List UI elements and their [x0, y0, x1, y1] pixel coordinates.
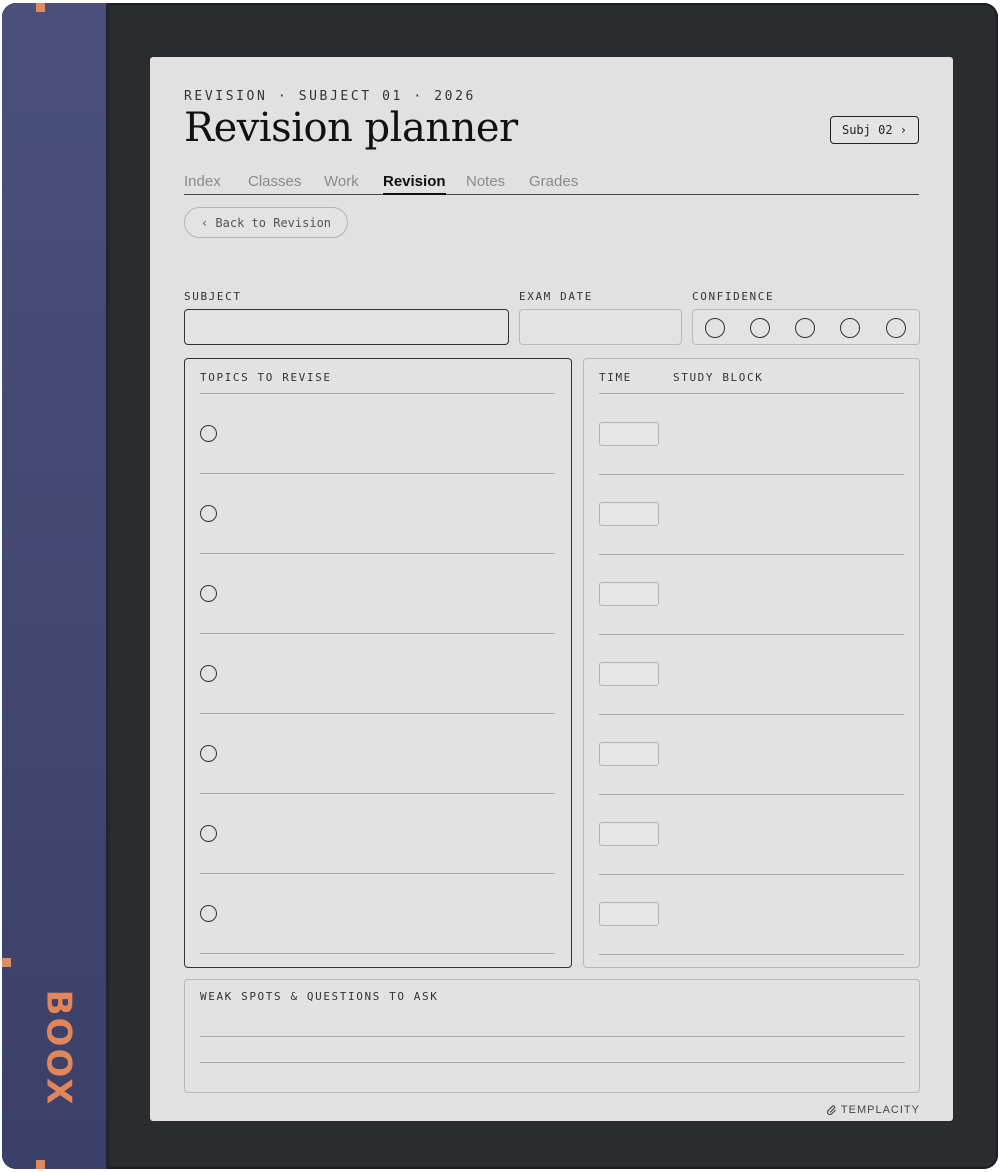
study-block-line[interactable] — [599, 554, 904, 555]
tab-index[interactable]: Index — [184, 173, 221, 195]
time-input-box[interactable] — [599, 502, 659, 526]
spine-edge — [106, 3, 109, 1169]
page-eyebrow: REVISION · SUBJECT 01 · 2026 — [184, 89, 476, 104]
exam-date-field[interactable] — [519, 309, 682, 345]
topic-checkbox[interactable] — [200, 825, 217, 842]
subject-field[interactable] — [184, 309, 509, 345]
exam-date-label: EXAM DATE — [519, 290, 594, 303]
study-block-panel: TIME STUDY BLOCK — [583, 358, 920, 968]
time-input-box[interactable] — [599, 582, 659, 606]
topic-writing-line[interactable] — [200, 873, 555, 874]
study-block-line[interactable] — [599, 874, 904, 875]
screen: REVISION · SUBJECT 01 · 2026 Revision pl… — [150, 57, 953, 1121]
confidence-circle-5[interactable] — [886, 318, 906, 338]
e-reader-device: BOOX REVISION · SUBJECT 01 · 2026 Revisi… — [2, 3, 998, 1169]
paperclip-icon — [826, 1105, 836, 1116]
time-input-box[interactable] — [599, 662, 659, 686]
corner-accent — [36, 3, 45, 12]
study-block-line[interactable] — [599, 794, 904, 795]
header-divider — [599, 393, 904, 394]
confidence-label: CONFIDENCE — [692, 290, 775, 303]
time-input-box[interactable] — [599, 742, 659, 766]
topic-writing-line[interactable] — [200, 553, 555, 554]
study-block-line[interactable] — [599, 954, 904, 955]
study-block-line[interactable] — [599, 634, 904, 635]
time-input-box[interactable] — [599, 902, 659, 926]
tab-work[interactable]: Work — [324, 173, 359, 195]
tab-grades[interactable]: Grades — [529, 173, 578, 195]
time-input-box[interactable] — [599, 822, 659, 846]
topic-checkbox[interactable] — [200, 905, 217, 922]
corner-accent — [2, 958, 11, 967]
study-block-column-header: STUDY BLOCK — [673, 371, 764, 384]
notes-writing-line[interactable] — [200, 1036, 905, 1037]
topic-writing-line[interactable] — [200, 953, 555, 954]
topics-panel: TOPICS TO REVISE — [184, 358, 572, 968]
weak-spots-header: WEAK SPOTS & QUESTIONS TO ASK — [200, 990, 439, 1003]
weak-spots-panel: WEAK SPOTS & QUESTIONS TO ASK — [184, 979, 920, 1093]
topic-writing-line[interactable] — [200, 793, 555, 794]
topic-checkbox[interactable] — [200, 665, 217, 682]
footer-logo: TEMPLACITY — [820, 1103, 920, 1117]
notes-writing-line[interactable] — [200, 1062, 905, 1063]
footer-brand: TEMPLACITY — [840, 1104, 920, 1116]
next-subject-button[interactable]: Subj 02 › — [830, 116, 919, 144]
confidence-circle-2[interactable] — [750, 318, 770, 338]
topic-checkbox[interactable] — [200, 585, 217, 602]
confidence-rating — [692, 309, 920, 345]
topic-writing-line[interactable] — [200, 713, 555, 714]
study-block-line[interactable] — [599, 714, 904, 715]
tab-revision[interactable]: Revision — [383, 173, 446, 195]
tab-notes[interactable]: Notes — [466, 173, 505, 195]
topic-writing-line[interactable] — [200, 473, 555, 474]
confidence-circle-4[interactable] — [840, 318, 860, 338]
brand-logo: BOOX — [30, 990, 86, 1107]
topic-writing-line[interactable] — [200, 633, 555, 634]
tab-bar: Index Classes Work Revision Notes Grades — [184, 173, 919, 195]
time-input-box[interactable] — [599, 422, 659, 446]
topic-checkbox[interactable] — [200, 745, 217, 762]
page-title: Revision planner — [184, 105, 518, 151]
time-column-header: TIME — [599, 371, 632, 384]
confidence-circle-1[interactable] — [705, 318, 725, 338]
study-block-line[interactable] — [599, 474, 904, 475]
topic-checkbox[interactable] — [200, 505, 217, 522]
corner-accent — [36, 1160, 45, 1169]
header-divider — [200, 393, 555, 394]
tab-classes[interactable]: Classes — [248, 173, 301, 195]
back-to-revision-button[interactable]: ‹ Back to Revision — [184, 207, 348, 238]
subject-label: SUBJECT — [184, 290, 242, 303]
brand-text: BOOX — [38, 989, 79, 1107]
topic-checkbox[interactable] — [200, 425, 217, 442]
confidence-circle-3[interactable] — [795, 318, 815, 338]
topics-header: TOPICS TO REVISE — [200, 371, 332, 384]
